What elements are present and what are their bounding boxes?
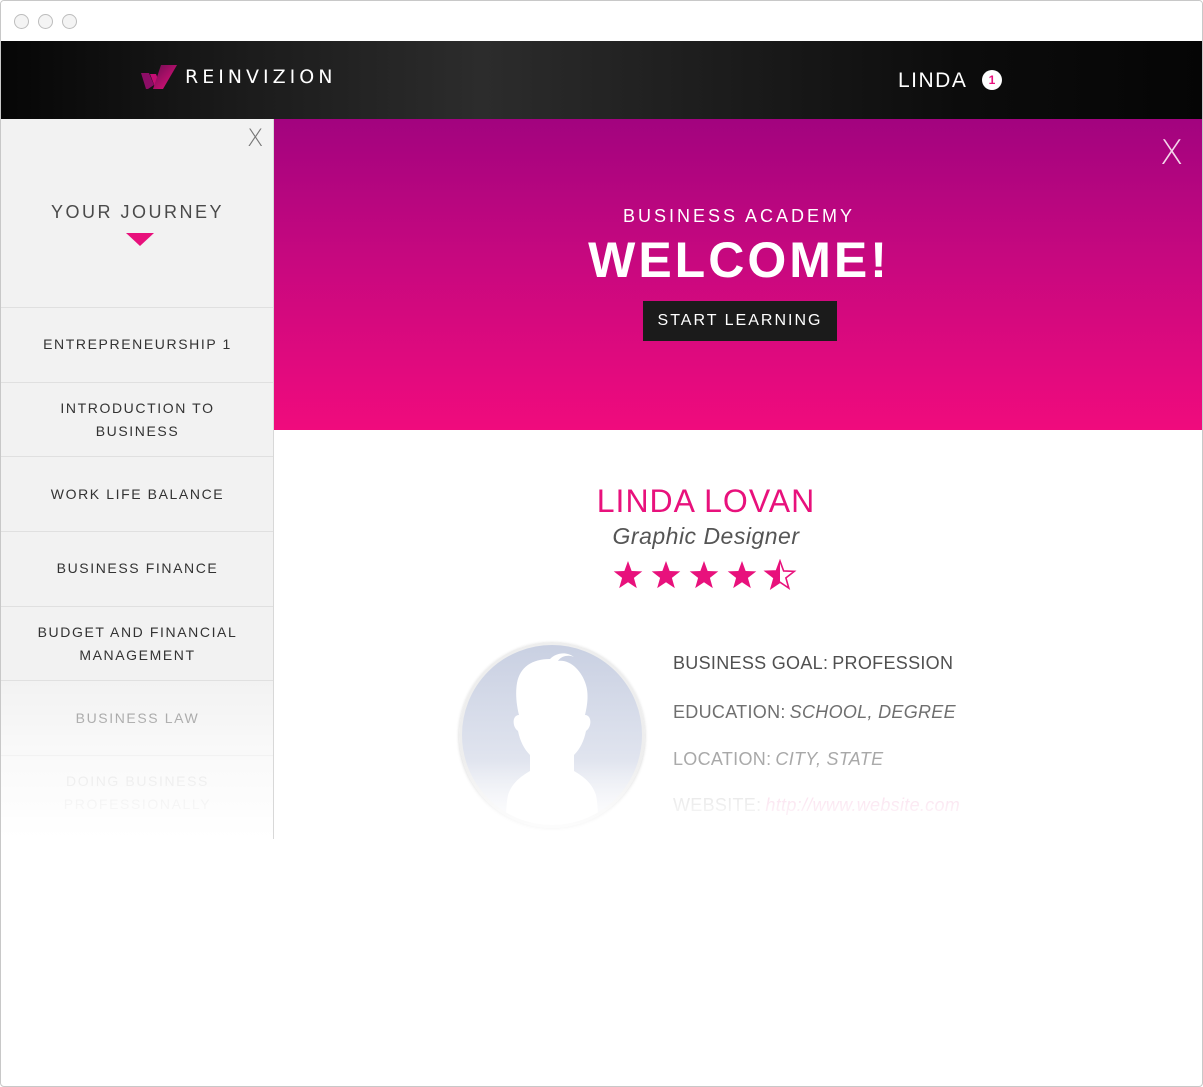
reinvizion-logo-mark-icon [141,65,177,89]
window-close-dot[interactable] [14,14,29,29]
profile-name: LINDA LOVAN [596,483,816,519]
journey-title: YOUR JOURNEY [50,202,224,222]
location-row: LOCATION: CITY, STATE [673,747,883,771]
user-silhouette-icon [506,653,598,825]
star-icon [651,561,681,589]
star-icon [727,561,757,589]
journey-item-doing-business-professionally[interactable]: DOING BUSINESS PROFESSIONALLY [1,755,273,830]
browser-window: REINVIZION LINDA 1 X YOUR JOURNEY ENTREP… [0,0,1203,1087]
banner-title: WELCOME! [588,232,890,288]
website-label: WEBSITE: [673,795,762,815]
window-maximize-dot[interactable] [62,14,77,29]
journey-item-work-life-balance[interactable]: WORK LIFE BALANCE [1,456,273,531]
top-navigation-bar: REINVIZION LINDA 1 [1,41,1202,119]
window-minimize-dot[interactable] [38,14,53,29]
user-name-link[interactable]: LINDA [898,68,967,94]
star-icon [763,559,797,591]
brand-logo[interactable]: REINVIZION [139,63,336,91]
business-goal-value: PROFESSION [832,653,954,673]
education-value: SCHOOL, DEGREE [789,702,956,722]
journey-item-business-law[interactable]: BUSINESS LAW [1,680,273,755]
business-goal-row: BUSINESS GOAL: PROFESSION [673,651,953,675]
profile-role: Graphic Designer [612,523,800,549]
banner-subtitle: BUSINESS ACADEMY [622,206,856,226]
star-icon [613,561,643,589]
business-goal-label: BUSINESS GOAL: [673,653,829,673]
education-row: EDUCATION: SCHOOL, DEGREE [673,700,956,724]
website-row: WEBSITE: http://www.website.com [673,793,960,817]
star-icon [689,561,719,589]
brand-name: REINVIZION [185,66,337,88]
journey-item-entrepreneurship-1[interactable]: ENTREPRENEURSHIP 1 [1,307,273,382]
location-value: CITY, STATE [775,749,884,769]
journey-item-business-finance[interactable]: BUSINESS FINANCE [1,531,273,606]
profile-avatar[interactable] [459,642,645,828]
journey-item-introduction-to-business[interactable]: INTRODUCTION TO BUSINESS [1,381,273,457]
caret-down-icon [126,233,154,246]
window-titlebar [1,1,1202,41]
website-link[interactable]: http://www.website.com [765,795,960,815]
notification-badge[interactable]: 1 [982,70,1002,90]
journey-item-budget-and-financial-management[interactable]: BUDGET AND FINANCIAL MANAGEMENT [1,605,273,681]
sidebar-close-icon[interactable]: X [247,126,263,150]
banner-close-icon[interactable]: X [1160,135,1183,171]
start-learning-button[interactable]: START LEARNING [643,301,837,341]
welcome-banner: X BUSINESS ACADEMY WELCOME! START LEARNI… [274,119,1202,430]
education-label: EDUCATION: [673,702,786,722]
journey-sidebar: X YOUR JOURNEY ENTREPRENEURSHIP 1 INTROD… [1,119,274,839]
journey-menu: ENTREPRENEURSHIP 1 INTRODUCTION TO BUSIN… [1,307,273,830]
location-label: LOCATION: [673,749,772,769]
rating-stars [613,559,797,591]
